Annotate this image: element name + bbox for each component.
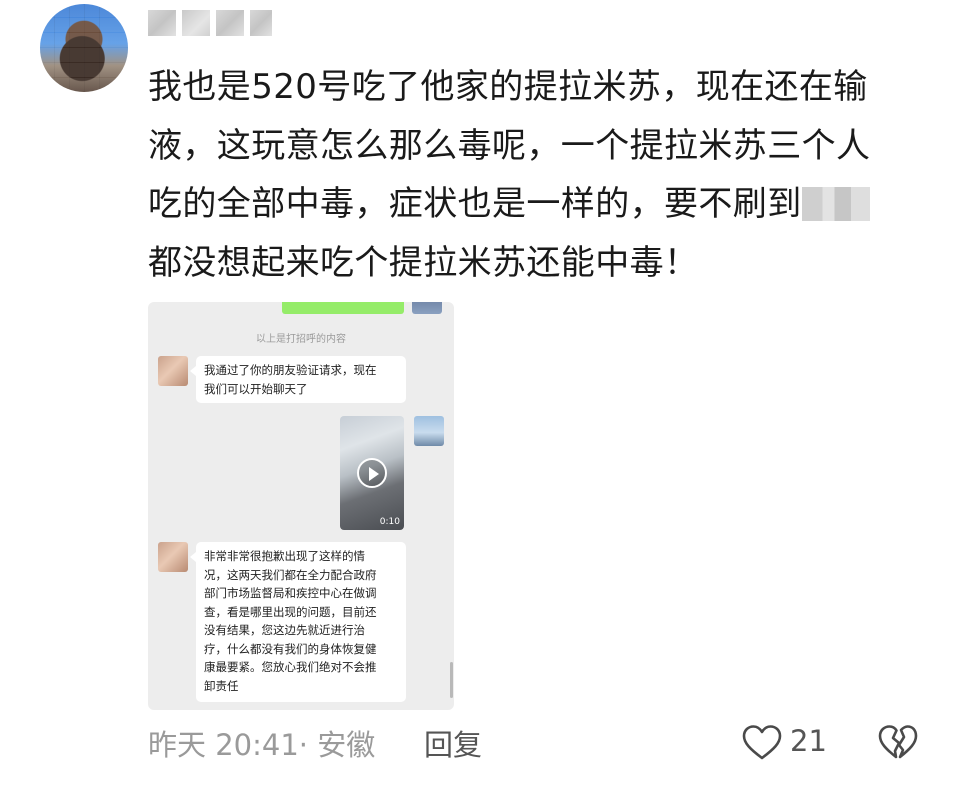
received-message-bubble: 我通过了你的朋友验证请求，现在 我们可以开始聊天了 [190,356,406,403]
comment-text: 我也是520号吃了他家的提拉米苏，现在还在输 液，这玩意怎么那么毒呢，一个提拉米… [148,58,918,293]
heart-outline-icon[interactable] [742,724,782,762]
chat-screenshot-image[interactable]: 以上是打招呼的内容 我通过了你的朋友验证请求，现在 我们可以开始聊天了 0:10… [148,302,454,710]
merchant-avatar [158,356,188,386]
username-blurred[interactable] [148,8,272,38]
sent-bubble-cropped [282,302,404,314]
video-message: 0:10 [340,416,404,530]
comment-line: 都没想起来吃个提拉米苏还能中毒！ [148,243,699,284]
reply-button[interactable]: 回复 [424,722,482,764]
blurred-mention [801,187,870,222]
sender-avatar [414,416,444,446]
broken-heart-icon[interactable] [878,724,918,762]
system-note: 以上是打招呼的内容 [256,334,346,345]
comment-line: 液，这玩意怎么那么毒呢，一个提拉米苏三个人 [148,125,871,166]
user-avatar[interactable] [40,4,128,92]
scrollbar [450,662,453,698]
comment-line: 吃的全部中毒，症状也是一样的，要不刷到 [148,175,918,234]
comment-footer: 昨天 20:41· 安徽 回复 21 [0,716,960,768]
play-icon [357,458,387,488]
video-duration: 0:10 [379,517,400,527]
merchant-avatar [158,542,188,572]
like-count: 21 [790,724,827,758]
timestamp-location: 昨天 20:41· 安徽 [148,728,376,762]
comment-line: 我也是520号吃了他家的提拉米苏，现在还在输 [148,67,868,107]
sender-avatar-cropped [412,302,442,314]
received-message-bubble: 非常非常很抱歉出现了这样的情 况，这两天我们都在全力配合政府 部门市场监督局和疾… [190,542,406,702]
